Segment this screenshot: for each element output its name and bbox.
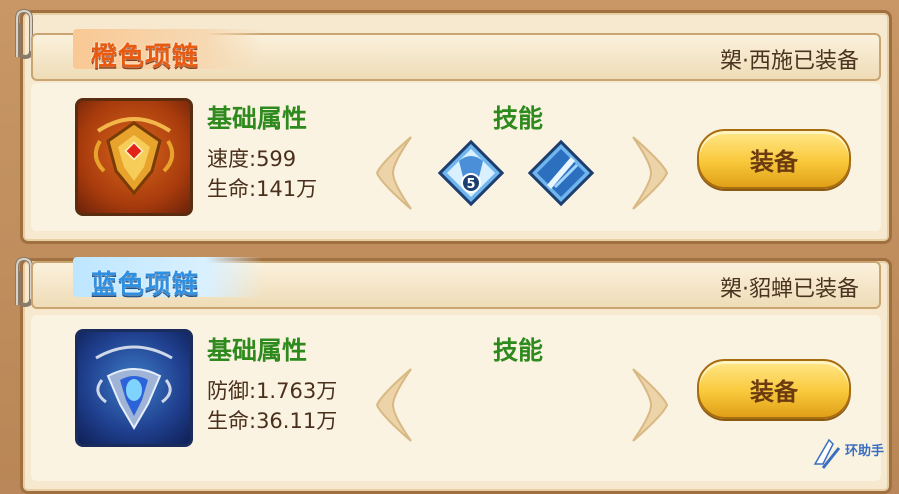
card-header: 蓝色项链 槊·貂蝉已装备 [31, 257, 881, 309]
base-attributes-label: 基础属性 [207, 104, 308, 133]
right-arrow-icon[interactable] [625, 365, 673, 445]
skill-level-badge: 5 [466, 177, 475, 192]
equip-button[interactable]: 装备 [697, 129, 851, 189]
watermark-text: 环助手 [845, 444, 885, 459]
card-title: 蓝色项链 [91, 270, 200, 300]
necklace-card-orange: 橙色项链 槊·西施已装备 基础属性 速度:599 生命:141万 技能 5 装备 [15, 8, 892, 244]
left-arrow-icon[interactable] [371, 365, 419, 445]
card-title: 橙色项链 [91, 42, 200, 72]
orange-necklace-icon[interactable] [75, 98, 193, 216]
equip-button[interactable]: 装备 [697, 359, 851, 419]
necklace-card-blue: 蓝色项链 槊·貂蝉已装备 基础属性 防御:1.763万 生命:36.11万 技能… [15, 256, 892, 494]
stat-hp: 生命:141万 [207, 177, 318, 201]
watermark-logo: 环助手 [809, 434, 887, 474]
equipped-status: 槊·西施已装备 [720, 49, 859, 74]
watermark-icon [813, 438, 841, 469]
equipped-status: 槊·貂蝉已装备 [720, 277, 859, 302]
blue-necklace-icon[interactable] [75, 329, 193, 447]
card-header: 橙色项链 槊·西施已装备 [31, 29, 881, 81]
skill-blade-icon[interactable] [525, 137, 597, 209]
skill-label: 技能 [493, 336, 544, 365]
card-body: 基础属性 防御:1.763万 生命:36.11万 技能 装备 [31, 315, 881, 481]
skill-wolf-icon[interactable]: 5 [435, 137, 507, 209]
stat-hp: 生命:36.11万 [207, 409, 338, 433]
skill-label: 技能 [493, 104, 544, 133]
left-arrow-icon[interactable] [371, 133, 419, 213]
stat-speed: 速度:599 [207, 147, 297, 171]
right-arrow-icon[interactable] [625, 133, 673, 213]
base-attributes-label: 基础属性 [207, 336, 308, 365]
card-body: 基础属性 速度:599 生命:141万 技能 5 装备 [31, 83, 881, 231]
stat-defense: 防御:1.763万 [207, 379, 338, 403]
